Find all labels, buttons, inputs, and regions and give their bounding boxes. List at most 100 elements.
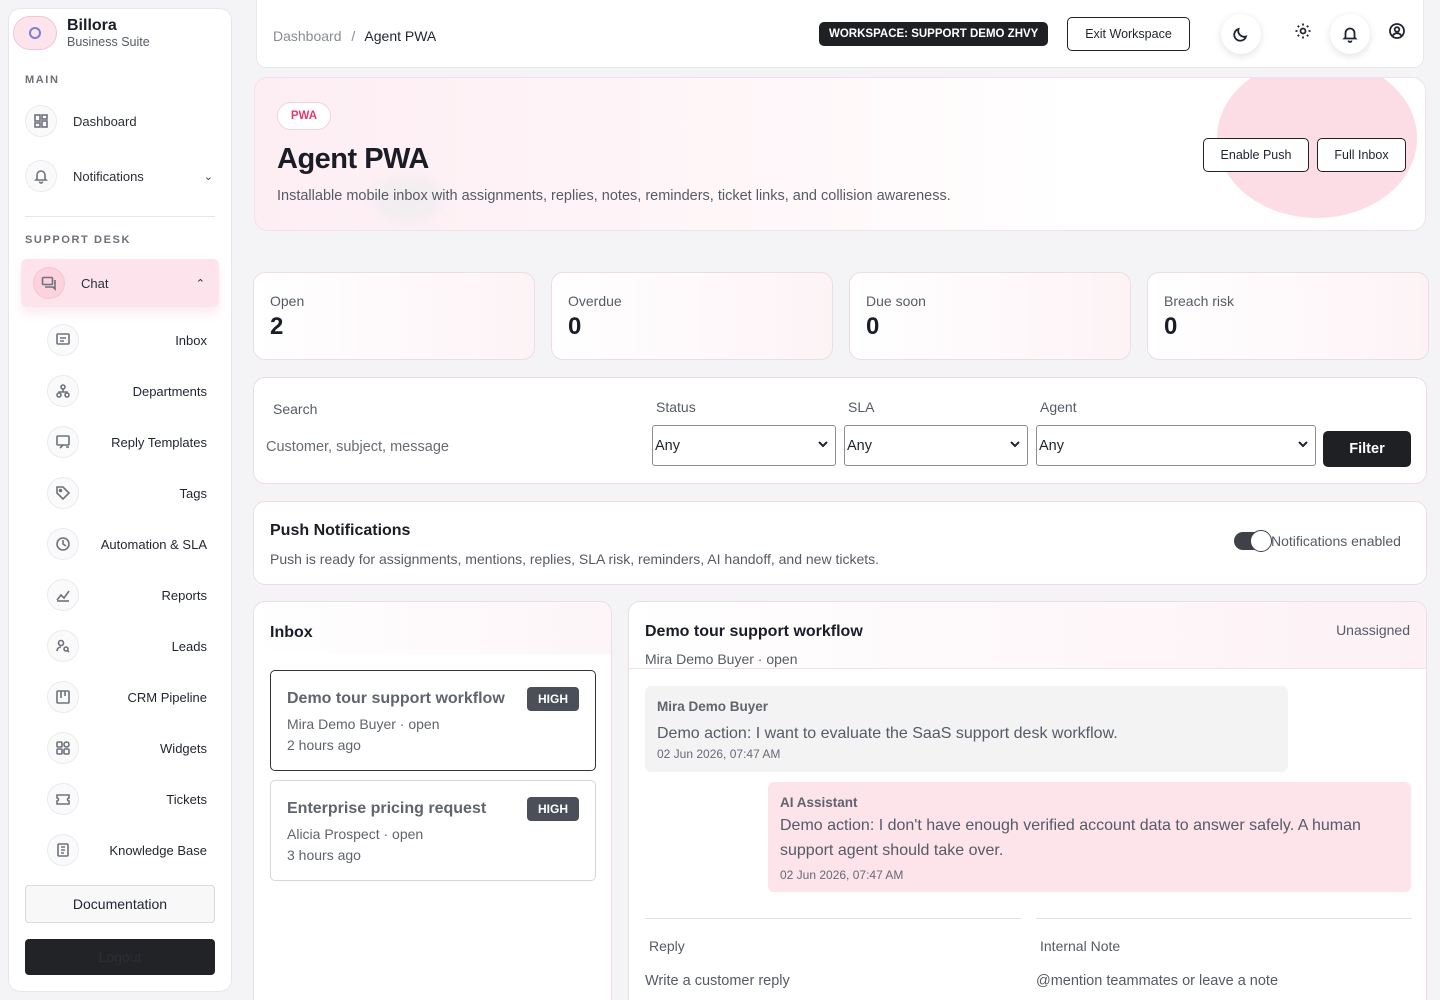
full-inbox-button[interactable]: Full Inbox — [1317, 138, 1406, 172]
chevron-down-icon: ⌄ — [203, 170, 213, 183]
internal-note-input[interactable] — [1036, 973, 1412, 1000]
conversation-list-item[interactable]: Enterprise pricing request HIGH Alicia P… — [270, 780, 596, 881]
chevron-down-icon — [1009, 438, 1021, 450]
brand[interactable]: Billora Business Suite — [13, 11, 229, 55]
sidebar-subitem-label: CRM Pipeline — [127, 689, 207, 705]
sidebar-subitem-leads[interactable]: Leads — [47, 626, 207, 666]
message-text: Demo action: I don't have enough verifie… — [780, 817, 1361, 859]
reply-input[interactable] — [645, 973, 1021, 1000]
message-timestamp: 02 Jun 2026, 07:47 AM — [780, 868, 904, 882]
sidebar-subitem-widgets[interactable]: Widgets — [47, 728, 207, 768]
topbar: Dashboard / Agent PWA WORKSPACE: SUPPORT… — [256, 0, 1424, 68]
sidebar-subitem-crm-pipeline[interactable]: CRM Pipeline — [47, 677, 207, 717]
bell-icon — [25, 160, 57, 192]
push-description: Push is ready for assignments, mentions,… — [270, 551, 880, 567]
ticket-icon — [47, 783, 79, 815]
search-input[interactable] — [266, 434, 636, 460]
conversation-header: Demo tour support workflow Mira Demo Buy… — [629, 602, 1426, 669]
stat-value: 2 — [270, 313, 284, 340]
stat-card-overdue: Overdue 0 — [551, 272, 833, 360]
conversation-time: 2 hours ago — [287, 737, 361, 753]
breadcrumb-root[interactable]: Dashboard — [273, 28, 342, 44]
sidebar-subitem-label: Reports — [161, 587, 207, 603]
section-label-main: MAIN — [25, 74, 60, 86]
documentation-button[interactable]: Documentation — [25, 885, 215, 923]
sidebar-item-notifications[interactable]: Notifications ⌄ — [25, 154, 217, 198]
conversation-list-item[interactable]: Demo tour support workflow HIGH Mira Dem… — [270, 670, 596, 771]
logout-button[interactable]: Logout — [25, 939, 215, 975]
sla-select[interactable]: Any — [844, 425, 1028, 466]
conversation-subtitle: Mira Demo Buyer · open — [645, 651, 798, 667]
inbox-header: Inbox — [254, 602, 611, 654]
sidebar-item-label: Chat — [81, 275, 109, 291]
sidebar-subitem-label: Leads — [171, 638, 207, 654]
stat-label: Open — [270, 293, 305, 309]
page-description: Installable mobile inbox with assignment… — [277, 188, 951, 204]
sidebar-subitem-label: Reply Templates — [111, 434, 207, 450]
assignee-status[interactable]: Unassigned — [1336, 622, 1410, 638]
enable-push-button[interactable]: Enable Push — [1203, 138, 1309, 172]
dashboard-icon — [25, 105, 57, 137]
message-author: Mira Demo Buyer — [657, 699, 769, 714]
conversation-subject: Demo tour support workflow — [287, 690, 505, 707]
user-search-icon — [47, 630, 79, 662]
sidebar-subitem-tags[interactable]: Tags — [47, 473, 207, 513]
moon-icon[interactable] — [1221, 14, 1261, 54]
conversation-meta: Alicia Prospect · open — [287, 826, 424, 842]
ai-message: AI Assistant Demo action: I don't have e… — [768, 782, 1411, 892]
filter-panel: Search Status Any SLA Any Agent Any Filt… — [253, 377, 1427, 484]
sidebar-item-dashboard[interactable]: Dashboard — [25, 99, 217, 143]
page-title: Agent PWA — [277, 143, 429, 175]
page-hero: PWA Agent PWA Installable mobile inbox w… — [254, 77, 1426, 231]
status-select[interactable]: Any — [652, 425, 836, 466]
chevron-down-icon — [1297, 438, 1309, 450]
sidebar-subitem-reports[interactable]: Reports — [47, 575, 207, 615]
filter-button[interactable]: Filter — [1323, 431, 1411, 467]
sidebar-subitem-inbox[interactable]: Inbox — [47, 320, 207, 360]
sla-select-value: Any — [847, 437, 872, 454]
agent-select[interactable]: Any — [1036, 425, 1316, 466]
stat-label: Overdue — [568, 293, 622, 309]
section-label-support: SUPPORT DESK — [25, 234, 131, 246]
message-text: Demo action: I want to evaluate the SaaS… — [657, 725, 1118, 742]
user-circle-icon[interactable] — [1377, 11, 1417, 51]
sidebar-subitem-reply-templates[interactable]: Reply Templates — [47, 422, 207, 462]
inbox-panel: Inbox Demo tour support workflow HIGH Mi… — [253, 601, 612, 1000]
chart-icon — [47, 579, 79, 611]
stat-value: 0 — [866, 313, 880, 340]
sidebar-subitem-label: Inbox — [175, 332, 207, 348]
sidebar: Billora Business Suite MAIN Dashboard No… — [8, 8, 232, 992]
brand-logo-icon — [13, 16, 57, 50]
exit-workspace-button[interactable]: Exit Workspace — [1067, 17, 1190, 51]
sidebar-item-chat[interactable]: Chat ⌃ — [21, 259, 219, 307]
priority-badge: HIGH — [527, 687, 579, 711]
breadcrumb-separator: / — [351, 28, 356, 44]
gear-icon[interactable] — [1283, 11, 1323, 51]
message-author: AI Assistant — [780, 795, 858, 810]
chat-icon — [33, 267, 65, 299]
sidebar-subitem-departments[interactable]: Departments — [47, 371, 207, 411]
sidebar-subitem-label: Automation & SLA — [100, 536, 207, 552]
conversation-meta: Mira Demo Buyer · open — [287, 716, 440, 732]
chevron-up-icon: ⌃ — [195, 277, 205, 290]
notifications-toggle[interactable] — [1234, 530, 1272, 552]
conversation-title: Demo tour support workflow — [645, 623, 863, 640]
internal-note-label: Internal Note — [1040, 938, 1121, 954]
sidebar-subitem-tickets[interactable]: Tickets — [47, 779, 207, 819]
sidebar-subitem-knowledge-base[interactable]: Knowledge Base — [47, 830, 207, 870]
book-icon — [47, 834, 79, 866]
sidebar-subitem-label: Departments — [132, 383, 207, 399]
breadcrumb: Dashboard / Agent PWA — [273, 28, 436, 44]
message-timestamp: 02 Jun 2026, 07:47 AM — [657, 747, 781, 761]
breadcrumb-current: Agent PWA — [364, 28, 437, 44]
template-icon — [47, 426, 79, 458]
status-label: Status — [656, 399, 696, 415]
bell-icon[interactable] — [1330, 14, 1370, 54]
chevron-down-icon — [817, 438, 829, 450]
sidebar-subitem-label: Knowledge Base — [109, 842, 207, 858]
workspace-badge: WORKSPACE: SUPPORT DEMO ZHVY — [819, 22, 1049, 46]
sidebar-subitem-automation-sla[interactable]: Automation & SLA — [47, 524, 207, 564]
stat-value: 0 — [568, 313, 582, 340]
stat-card-open: Open 2 — [253, 272, 535, 360]
pipeline-icon — [47, 681, 79, 713]
